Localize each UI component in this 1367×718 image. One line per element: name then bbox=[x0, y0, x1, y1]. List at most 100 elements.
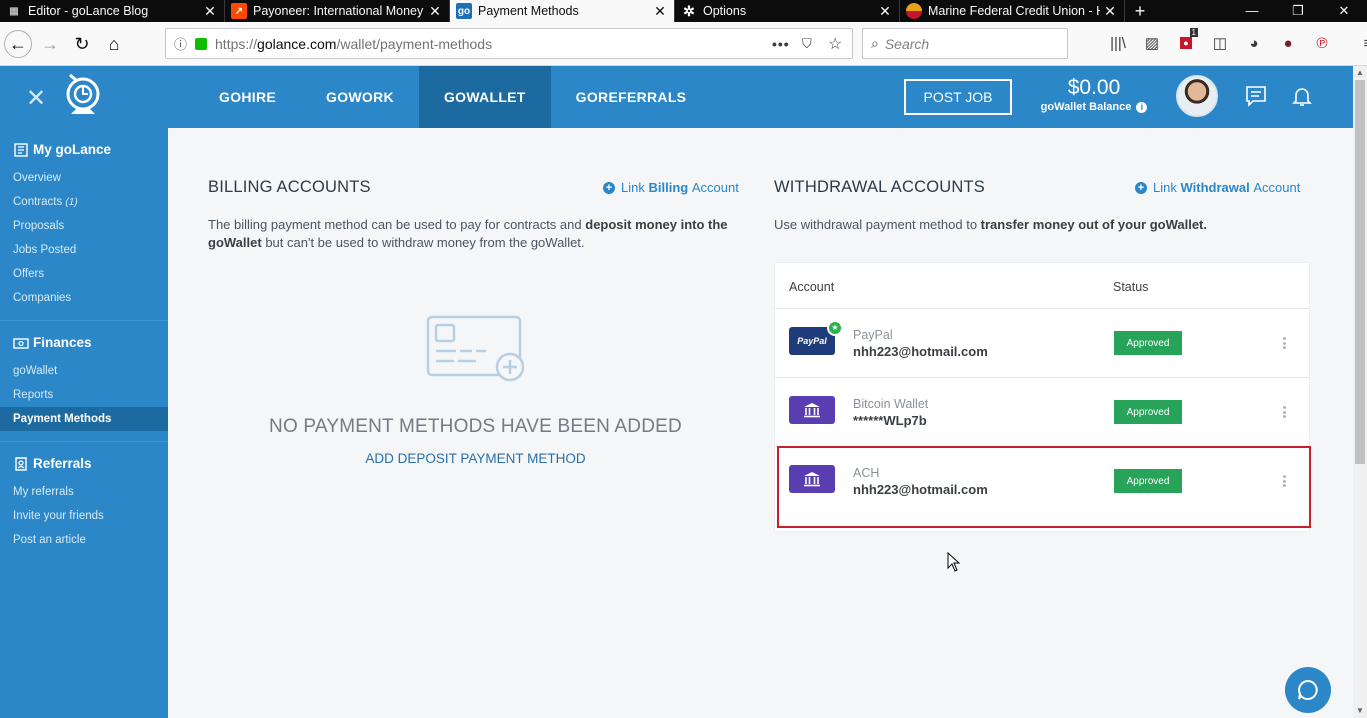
column-header-status: Status bbox=[1113, 280, 1149, 294]
sidebar-icon[interactable]: ◫ bbox=[1207, 30, 1233, 56]
sidebar-group-title: Finances bbox=[0, 333, 168, 352]
link-text: Account bbox=[691, 180, 739, 195]
nav-gowork[interactable]: GOWORK bbox=[301, 66, 419, 128]
payoneer-icon: ↗ bbox=[231, 3, 247, 19]
browser-tab[interactable]: ✲ Options ✕ bbox=[675, 0, 900, 22]
nav-gohire[interactable]: GOHIRE bbox=[194, 66, 301, 128]
sidebar-item-jobs-posted[interactable]: Jobs Posted bbox=[0, 238, 168, 262]
close-tab-icon[interactable]: ✕ bbox=[1100, 3, 1120, 20]
post-job-button[interactable]: POST JOB bbox=[904, 79, 1012, 115]
more-options-icon[interactable] bbox=[1282, 337, 1286, 349]
withdrawal-title: WITHDRAWAL ACCOUNTS bbox=[774, 178, 985, 196]
close-window-icon[interactable]: ✕ bbox=[1321, 0, 1367, 22]
url-bar[interactable]: ⓘ https://golance.com/wallet/payment-met… bbox=[165, 28, 853, 59]
sidebar-item-gowallet[interactable]: goWallet bbox=[0, 359, 168, 383]
add-deposit-method-link[interactable]: ADD DEPOSIT PAYMENT METHOD bbox=[208, 451, 743, 466]
browser-tab-active[interactable]: go Payment Methods ✕ bbox=[450, 0, 675, 22]
sidebar-group-my-golance: My goLance Overview Contracts (1) Propos… bbox=[0, 128, 168, 321]
maximize-icon[interactable]: ❐ bbox=[1275, 0, 1321, 22]
chat-button[interactable] bbox=[1285, 667, 1331, 713]
wallet-balance[interactable]: $0.00 goWallet Balance i bbox=[1034, 76, 1154, 113]
avatar[interactable] bbox=[1176, 75, 1218, 117]
status-badge: Approved bbox=[1114, 400, 1182, 424]
toolbar-icons: |||\ ▨ ●1 ◫ ◕ ● ℗ ≡ bbox=[1105, 28, 1367, 56]
reload-icon[interactable]: ↻ bbox=[68, 30, 96, 58]
link-billing-account-button[interactable]: + Link Billing Account bbox=[603, 180, 739, 195]
lock-icon bbox=[195, 37, 208, 50]
screenshot-icon[interactable]: ▨ bbox=[1139, 30, 1165, 56]
browser-tab[interactable]: Marine Federal Credit Union - H ✕ bbox=[900, 0, 1125, 22]
extension-icon[interactable]: ◕ bbox=[1241, 30, 1267, 56]
sidebar-group-label: Finances bbox=[33, 335, 92, 350]
sidebar-group-label: Referrals bbox=[33, 456, 92, 471]
credit-card-add-icon bbox=[426, 315, 525, 382]
menu-icon[interactable]: ≡ bbox=[1355, 30, 1367, 56]
balance-amount: $0.00 bbox=[1067, 76, 1121, 99]
browser-tab[interactable]: ↗ Payoneer: International Money ✕ bbox=[225, 0, 450, 22]
referral-icon bbox=[15, 456, 27, 471]
link-text-bold: Billing bbox=[648, 180, 689, 195]
messages-icon[interactable] bbox=[1244, 84, 1268, 108]
sidebar-item-invite-friends[interactable]: Invite your friends bbox=[0, 504, 168, 528]
search-icon: ⌕ bbox=[871, 35, 879, 51]
browser-tab[interactable]: ▦ Editor - goLance Blog ✕ bbox=[0, 0, 225, 22]
golance-icon: go bbox=[456, 3, 472, 19]
close-sidebar-icon[interactable]: ✕ bbox=[26, 84, 46, 113]
info-icon[interactable]: ⓘ bbox=[174, 34, 187, 53]
chat-bubble-icon bbox=[1298, 679, 1318, 700]
info-icon[interactable]: i bbox=[1136, 101, 1148, 113]
sidebar-item-post-article[interactable]: Post an article bbox=[0, 528, 168, 552]
new-tab-button[interactable]: + bbox=[1125, 0, 1155, 22]
pinterest-icon[interactable]: ℗ bbox=[1309, 30, 1335, 56]
more-options-icon[interactable] bbox=[1282, 406, 1286, 418]
close-tab-icon[interactable]: ✕ bbox=[200, 3, 220, 20]
app-header: ✕ GOHIRE GOWORK GOWALLET GOREFERRALS POS… bbox=[0, 66, 1353, 128]
extension-badge: 1 bbox=[1189, 28, 1198, 37]
search-field[interactable]: ⌕ Search bbox=[862, 28, 1068, 59]
sidebar-item-offers[interactable]: Offers bbox=[0, 262, 168, 286]
scrollbar-thumb[interactable] bbox=[1355, 80, 1365, 464]
bookmark-star-icon[interactable]: ☆ bbox=[828, 34, 842, 54]
nav-goreferrals[interactable]: GOREFERRALS bbox=[551, 66, 712, 128]
gear-icon: ✲ bbox=[683, 2, 695, 19]
sidebar-item-proposals[interactable]: Proposals bbox=[0, 214, 168, 238]
back-icon[interactable]: ← bbox=[4, 30, 32, 58]
minimize-icon[interactable]: — bbox=[1229, 0, 1275, 22]
sidebar-item-reports[interactable]: Reports bbox=[0, 383, 168, 407]
home-icon[interactable]: ⌂ bbox=[100, 30, 128, 58]
close-tab-icon[interactable]: ✕ bbox=[875, 3, 895, 20]
link-withdrawal-account-button[interactable]: + Link Withdrawal Account bbox=[1135, 180, 1300, 195]
sidebar-item-my-referrals[interactable]: My referrals bbox=[0, 480, 168, 504]
balance-label-row: goWallet Balance i bbox=[1034, 101, 1154, 113]
sidebar-group-finances: Finances goWallet Reports Payment Method… bbox=[0, 321, 168, 442]
sidebar-item-payment-methods[interactable]: Payment Methods bbox=[0, 407, 168, 431]
sidebar-item-overview[interactable]: Overview bbox=[0, 166, 168, 190]
forward-icon[interactable]: → bbox=[36, 30, 64, 58]
golance-logo[interactable] bbox=[62, 74, 104, 120]
scroll-up-icon[interactable]: ▲ bbox=[1356, 69, 1364, 77]
scroll-down-icon[interactable]: ▼ bbox=[1356, 707, 1364, 715]
table-row: PayPal ★ PayPal nhh223@hotmail.com Appro… bbox=[775, 309, 1309, 378]
nav-gowallet[interactable]: GOWALLET bbox=[418, 66, 551, 128]
page-actions-icon[interactable]: ••• bbox=[772, 36, 790, 52]
close-tab-icon[interactable]: ✕ bbox=[650, 3, 670, 20]
page-scrollbar[interactable]: ▲ ▼ bbox=[1353, 66, 1367, 718]
tab-title: Editor - goLance Blog bbox=[28, 4, 149, 18]
window-controls: — ❐ ✕ bbox=[1229, 0, 1367, 22]
billing-description: The billing payment method can be used t… bbox=[208, 216, 748, 252]
blog-icon: ▦ bbox=[9, 5, 19, 17]
account-icon[interactable]: ● bbox=[1275, 30, 1301, 56]
sidebar-group-title: Referrals bbox=[0, 454, 168, 473]
plus-circle-icon: + bbox=[603, 181, 615, 194]
browser-tab-bar: ▦ Editor - goLance Blog ✕ ↗ Payoneer: In… bbox=[0, 0, 1367, 22]
notifications-icon[interactable] bbox=[1290, 84, 1314, 108]
table-row: Bitcoin Wallet ******WLp7b Approved bbox=[775, 378, 1309, 447]
pocket-icon[interactable]: ⛉ bbox=[802, 36, 812, 52]
paypal-logo-text: PayPal bbox=[797, 336, 827, 346]
sidebar-item-contracts[interactable]: Contracts (1) bbox=[0, 190, 168, 214]
library-icon[interactable]: |||\ bbox=[1105, 30, 1131, 56]
sidebar-item-companies[interactable]: Companies bbox=[0, 286, 168, 310]
extension-icon[interactable]: ● 1 bbox=[1173, 28, 1199, 56]
close-tab-icon[interactable]: ✕ bbox=[425, 3, 445, 20]
browser-nav-bar: ← → ↻ ⌂ ⓘ https://golance.com/wallet/pay… bbox=[0, 22, 1367, 66]
